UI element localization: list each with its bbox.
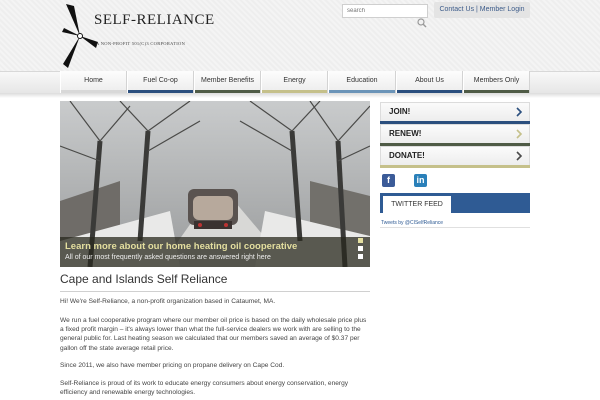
page-title: Cape and Islands Self Reliance [60,272,228,286]
chevron-right-icon [516,129,523,139]
title-divider [60,291,370,292]
linkedin-glyph: in [416,175,425,185]
nav-item-energy[interactable]: Energy [261,71,328,93]
slider-dot-3[interactable] [358,254,363,259]
top-links: Contact Us | Member Login [434,2,530,18]
logo-tagline: A NON-PROFIT 501(C)3 CORPORATION [96,41,186,46]
intro-paragraph: Hi! We're Self-Reliance, a non-profit or… [60,298,276,305]
linkedin-icon[interactable]: in [414,174,427,187]
renew-button[interactable]: RENEW! [380,124,530,146]
facebook-icon[interactable]: f [382,174,395,187]
nav-item-home[interactable]: Home [60,71,127,93]
logo-name: SELF-RELIANCE [94,12,215,28]
tweets-by-link[interactable]: Tweets by @CISelfReliance [381,220,443,226]
nav-item-education[interactable]: Education [328,71,396,93]
facebook-glyph: f [387,175,390,185]
nav-item-fuel-co-op[interactable]: Fuel Co-op [127,71,194,93]
nav-item-member-benefits[interactable]: Member Benefits [194,71,261,93]
join-label: JOIN! [389,107,411,116]
hero-subtitle: All of our most frequently asked questio… [65,254,271,261]
nav-item-about-us[interactable]: About Us [396,71,463,93]
education-paragraph: Self-Reliance is proud of its work to ed… [60,380,349,397]
donate-button[interactable]: DONATE! [380,146,530,168]
hero-title[interactable]: Learn more about our home heating oil co… [65,241,297,252]
chevron-right-icon [516,151,523,161]
tweets-divider [380,227,530,228]
main-nav: Home Fuel Co-op Member Benefits Energy E… [60,71,530,93]
member-login-link[interactable]: Member Login [480,6,525,13]
renew-label: RENEW! [389,129,422,138]
contact-us-link[interactable]: Contact Us [439,6,474,13]
search-icon[interactable] [417,18,427,28]
join-button[interactable]: JOIN! [380,102,530,124]
search-input[interactable] [342,4,428,18]
fuel-coop-paragraph: We run a fuel cooperative program where … [60,317,367,352]
slider-dot-1[interactable] [358,238,363,243]
twitter-feed-tab[interactable]: TWITTER FEED [383,196,451,213]
site-logo[interactable]: SELF-RELIANCE A NON-PROFIT 501(C)3 CORPO… [60,2,214,68]
slider-dot-2[interactable] [358,246,363,251]
hero-caption: Learn more about our home heating oil co… [60,237,370,267]
nav-shadow [0,93,600,98]
slider-dots [358,238,364,262]
chevron-right-icon [516,107,523,117]
donate-label: DONATE! [389,151,425,160]
nav-item-members-only[interactable]: Members Only [463,71,530,93]
propane-paragraph: Since 2011, we also have member pricing … [60,362,285,369]
hero-slider[interactable]: Learn more about our home heating oil co… [60,101,370,267]
